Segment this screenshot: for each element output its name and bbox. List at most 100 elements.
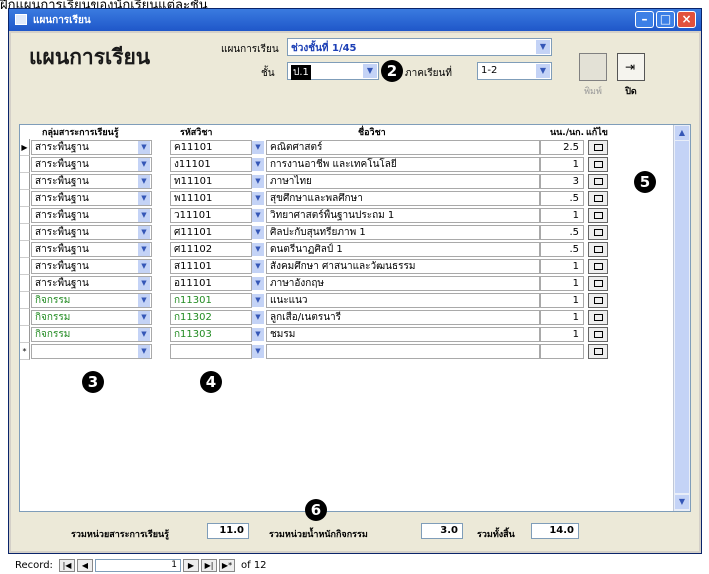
table-row[interactable]: สาระพื้นฐาน ▼ ง11101 ▼ การงานอาชีพ และเทคโนโ… (20, 156, 610, 173)
subject-name-cell[interactable]: ชมรม (266, 327, 540, 342)
row-selector[interactable] (20, 258, 30, 275)
chevron-down-icon[interactable]: ▼ (252, 294, 264, 307)
edit-row-button[interactable] (588, 327, 608, 342)
group-cell[interactable]: กิจกรรม (31, 293, 152, 308)
subject-name-cell[interactable]: สุขศึกษาและพลศึกษา (266, 191, 540, 206)
edit-row-button[interactable] (588, 208, 608, 223)
code-cell[interactable]: ส11101 (170, 259, 252, 274)
chevron-down-icon[interactable]: ▼ (363, 64, 377, 78)
group-cell[interactable]: สาระพื้นฐาน (31, 140, 152, 155)
chevron-down-icon[interactable]: ▼ (252, 328, 264, 341)
grid-scrollbar[interactable]: ▲ ▼ (673, 125, 690, 511)
chevron-down-icon[interactable]: ▼ (252, 277, 264, 290)
edit-row-button[interactable] (588, 174, 608, 189)
credit-cell[interactable]: 3 (540, 174, 584, 189)
edit-row-button[interactable] (588, 310, 608, 325)
print-button[interactable] (579, 53, 607, 81)
subject-name-cell[interactable]: แนะแนว (266, 293, 540, 308)
code-cell[interactable]: ก11303 (170, 327, 252, 342)
edit-row-button[interactable] (588, 293, 608, 308)
row-selector[interactable] (20, 173, 30, 190)
credit-cell[interactable]: 1 (540, 327, 584, 342)
scroll-thumb[interactable] (675, 141, 689, 493)
table-row[interactable]: กิจกรรม ▼ ก11302 ▼ ลูกเสือ/เนตรนารี 1 (20, 309, 610, 326)
chevron-down-icon[interactable]: ▼ (252, 209, 264, 222)
chevron-down-icon[interactable]: ▼ (138, 311, 150, 324)
chevron-down-icon[interactable]: ▼ (536, 64, 550, 78)
new-record-row[interactable]: * ▼ ▼ (20, 343, 610, 360)
chevron-down-icon[interactable]: ▼ (138, 277, 150, 290)
chevron-down-icon[interactable]: ▼ (138, 141, 150, 154)
first-record-button[interactable]: |◀ (59, 559, 75, 572)
record-number-input[interactable]: 1 (95, 559, 181, 572)
code-cell[interactable]: ก11301 (170, 293, 252, 308)
chevron-down-icon[interactable]: ▼ (138, 158, 150, 171)
chevron-down-icon[interactable]: ▼ (252, 226, 264, 239)
edit-row-button[interactable] (588, 157, 608, 172)
table-row[interactable]: สาระพื้นฐาน ▼ อ11101 ▼ ภาษาอังกฤษ 1 (20, 275, 610, 292)
row-selector[interactable] (20, 207, 30, 224)
group-cell[interactable]: สาระพื้นฐาน (31, 242, 152, 257)
code-cell[interactable]: ค11101 (170, 140, 252, 155)
chevron-down-icon[interactable]: ▼ (138, 175, 150, 188)
edit-row-button[interactable] (588, 276, 608, 291)
row-selector[interactable] (20, 309, 30, 326)
edit-row-button[interactable] (588, 225, 608, 240)
semester-combo[interactable]: 1-2 ▼ (477, 62, 552, 80)
chevron-down-icon[interactable]: ▼ (252, 158, 264, 171)
group-cell[interactable]: สาระพื้นฐาน (31, 157, 152, 172)
subject-name-cell[interactable]: ดนตรีนาฏศิลป์ 1 (266, 242, 540, 257)
edit-row-button[interactable] (588, 344, 608, 359)
chevron-down-icon[interactable]: ▼ (252, 345, 264, 358)
level-combo[interactable]: ป.1 ▼ (287, 62, 379, 80)
row-selector[interactable] (20, 241, 30, 258)
exit-button[interactable]: ⇥ (617, 53, 645, 81)
table-row[interactable]: สาระพื้นฐาน ▼ ศ11101 ▼ ศิลปะกับสุนทรียภาพ 1.… (20, 224, 610, 241)
row-selector[interactable] (20, 224, 30, 241)
table-row[interactable]: สาระพื้นฐาน ▼ ว11101 ▼ วิทยาศาสตร์พื้นฐานประ… (20, 207, 610, 224)
table-row[interactable]: สาระพื้นฐาน ▼ ส11101 ▼ สังคมศึกษา ศาสนาและวั… (20, 258, 610, 275)
row-selector[interactable] (20, 292, 30, 309)
code-cell[interactable] (170, 344, 252, 359)
code-cell[interactable]: พ11101 (170, 191, 252, 206)
group-cell[interactable]: สาระพื้นฐาน (31, 174, 152, 189)
chevron-down-icon[interactable]: ▼ (536, 40, 550, 54)
chevron-down-icon[interactable]: ▼ (138, 209, 150, 222)
table-row[interactable]: สาระพื้นฐาน ▼ พ11101 ▼ สุขศึกษาและพลศึกษา .5 (20, 190, 610, 207)
edit-row-button[interactable] (588, 242, 608, 257)
credit-cell[interactable]: 1 (540, 259, 584, 274)
scroll-down-icon[interactable]: ▼ (675, 495, 689, 509)
group-cell[interactable]: สาระพื้นฐาน (31, 191, 152, 206)
new-record-button[interactable]: ▶* (219, 559, 235, 572)
chevron-down-icon[interactable]: ▼ (138, 345, 150, 358)
subject-name-cell[interactable]: ภาษาอังกฤษ (266, 276, 540, 291)
chevron-down-icon[interactable]: ▼ (252, 260, 264, 273)
chevron-down-icon[interactable]: ▼ (252, 141, 264, 154)
table-row[interactable]: กิจกรรม ▼ ก11303 ▼ ชมรม 1 (20, 326, 610, 343)
row-selector[interactable] (20, 326, 30, 343)
row-selector[interactable]: ▶ (20, 139, 30, 156)
code-cell[interactable]: ง11101 (170, 157, 252, 172)
subject-name-cell[interactable]: คณิตศาสตร์ (266, 140, 540, 155)
chevron-down-icon[interactable]: ▼ (252, 192, 264, 205)
group-cell[interactable]: สาระพื้นฐาน (31, 259, 152, 274)
chevron-down-icon[interactable]: ▼ (138, 243, 150, 256)
chevron-down-icon[interactable]: ▼ (138, 328, 150, 341)
credit-cell[interactable]: 1 (540, 208, 584, 223)
chevron-down-icon[interactable]: ▼ (138, 226, 150, 239)
chevron-down-icon[interactable]: ▼ (252, 243, 264, 256)
code-cell[interactable]: ท11101 (170, 174, 252, 189)
close-window-button[interactable]: × (677, 11, 696, 28)
subject-name-cell[interactable]: สังคมศึกษา ศาสนาและวัฒนธรรม (266, 259, 540, 274)
group-cell[interactable]: กิจกรรม (31, 327, 152, 342)
subject-name-cell[interactable]: วิทยาศาสตร์พื้นฐานประถม 1 (266, 208, 540, 223)
code-cell[interactable]: อ11101 (170, 276, 252, 291)
subject-name-cell[interactable]: ศิลปะกับสุนทรียภาพ 1 (266, 225, 540, 240)
last-record-button[interactable]: ▶| (201, 559, 217, 572)
maximize-button[interactable]: □ (656, 11, 675, 28)
code-cell[interactable]: ก11302 (170, 310, 252, 325)
row-selector[interactable] (20, 190, 30, 207)
prev-record-button[interactable]: ◀ (77, 559, 93, 572)
credit-cell[interactable]: 1 (540, 276, 584, 291)
row-selector[interactable] (20, 156, 30, 173)
